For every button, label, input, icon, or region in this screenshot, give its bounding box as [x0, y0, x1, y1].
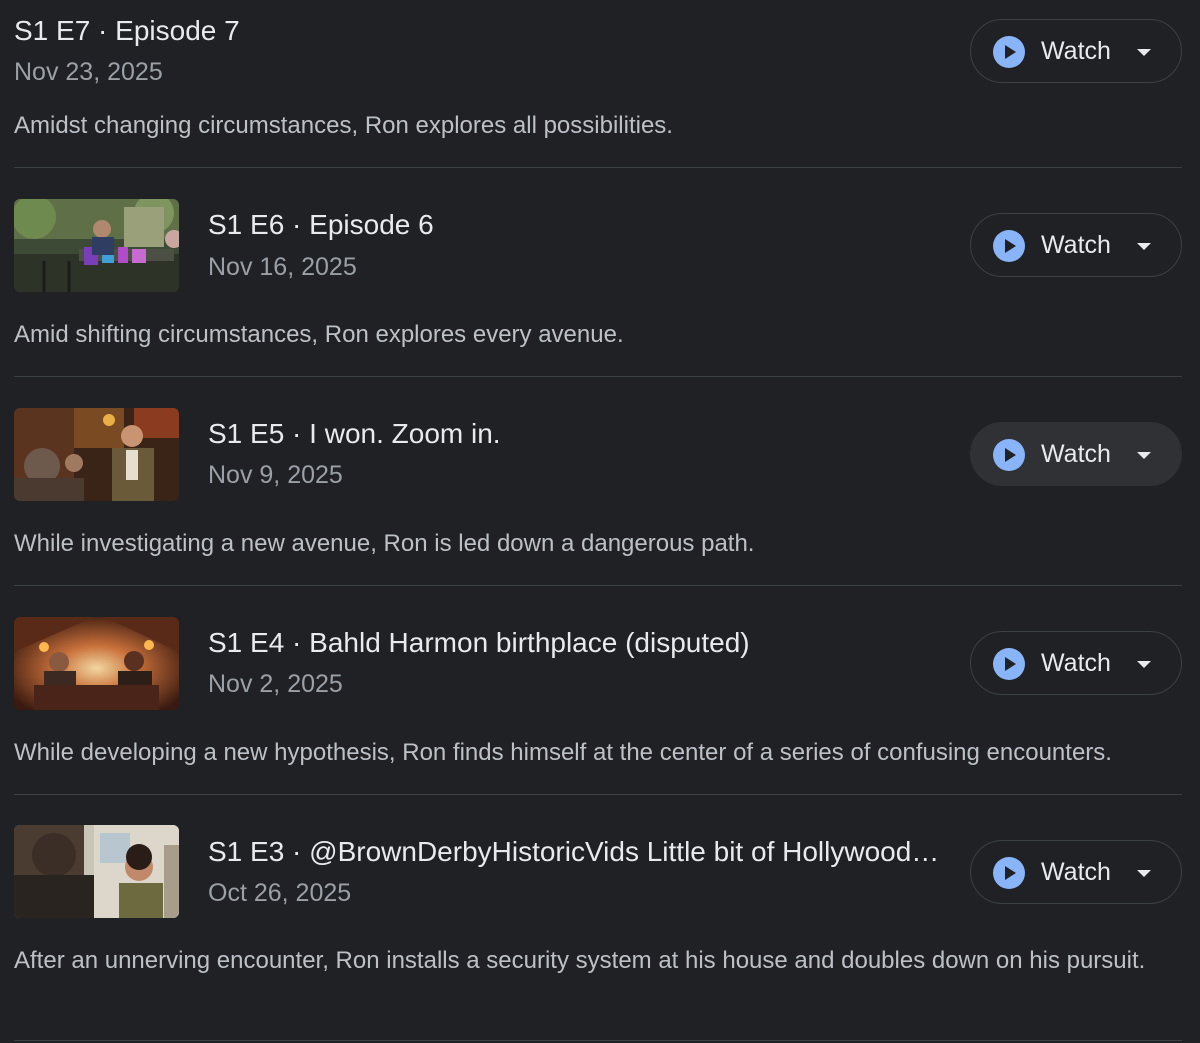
thumbnail-image [14, 825, 179, 918]
watch-label: Watch [1041, 649, 1111, 677]
episode-thumbnail[interactable] [14, 617, 179, 710]
episode-date: Nov 9, 2025 [208, 461, 343, 489]
watch-label: Watch [1041, 858, 1111, 886]
thumbnail-image [14, 617, 179, 710]
caret-down-icon[interactable] [1137, 452, 1151, 459]
episode-item: S1 E4 · Bahld Harmon birthplace (dispute… [0, 586, 1200, 795]
episode-item: S1 E3 · @BrownDerbyHistoricVids Little b… [0, 795, 1200, 1043]
play-circle-icon [993, 857, 1025, 889]
episode-item: S1 E6 · Episode 6 Nov 16, 2025 Watch Ami… [0, 168, 1200, 377]
play-circle-icon [993, 36, 1025, 68]
episode-thumbnail[interactable] [14, 825, 179, 918]
episode-description: After an unnerving encounter, Ron instal… [14, 947, 1146, 974]
watch-label: Watch [1041, 231, 1111, 259]
episode-date: Oct 26, 2025 [208, 879, 352, 907]
episode-list: S1 E7 · Episode 7 Nov 23, 2025 Watch Ami… [0, 0, 1200, 1043]
thumbnail-image [14, 199, 179, 292]
episode-date: Nov 23, 2025 [14, 58, 163, 86]
caret-down-icon[interactable] [1137, 870, 1151, 877]
episode-title[interactable]: S1 E6 · Episode 6 [208, 208, 948, 242]
episode-thumbnail[interactable] [14, 408, 179, 501]
watch-button[interactable]: Watch [970, 631, 1182, 695]
watch-button[interactable]: Watch [970, 422, 1182, 486]
watch-button[interactable]: Watch [970, 213, 1182, 277]
episode-description: While investigating a new avenue, Ron is… [14, 530, 755, 557]
watch-label: Watch [1041, 440, 1111, 468]
watch-button[interactable]: Watch [970, 840, 1182, 904]
episode-item: S1 E7 · Episode 7 Nov 23, 2025 Watch Ami… [0, 0, 1200, 168]
episode-description: While developing a new hypothesis, Ron f… [14, 739, 1112, 766]
episode-item: S1 E5 · I won. Zoom in. Nov 9, 2025 Watc… [0, 377, 1200, 586]
episode-title[interactable]: S1 E7 · Episode 7 [14, 14, 914, 48]
episode-date: Nov 2, 2025 [208, 670, 343, 698]
episode-date: Nov 16, 2025 [208, 253, 357, 281]
play-circle-icon [993, 648, 1025, 680]
play-circle-icon [993, 439, 1025, 471]
episode-description: Amid shifting circumstances, Ron explore… [14, 321, 624, 348]
thumbnail-image [14, 408, 179, 501]
episode-title[interactable]: S1 E5 · I won. Zoom in. [208, 417, 948, 451]
episode-title[interactable]: S1 E4 · Bahld Harmon birthplace (dispute… [208, 626, 948, 660]
play-circle-icon [993, 230, 1025, 262]
caret-down-icon[interactable] [1137, 49, 1151, 56]
watch-label: Watch [1041, 37, 1111, 65]
divider [14, 1040, 1182, 1041]
episode-title[interactable]: S1 E3 · @BrownDerbyHistoricVids Little b… [208, 835, 940, 869]
episode-thumbnail[interactable] [14, 199, 179, 292]
caret-down-icon[interactable] [1137, 661, 1151, 668]
episode-description: Amidst changing circumstances, Ron explo… [14, 112, 673, 139]
caret-down-icon[interactable] [1137, 243, 1151, 250]
watch-button[interactable]: Watch [970, 19, 1182, 83]
